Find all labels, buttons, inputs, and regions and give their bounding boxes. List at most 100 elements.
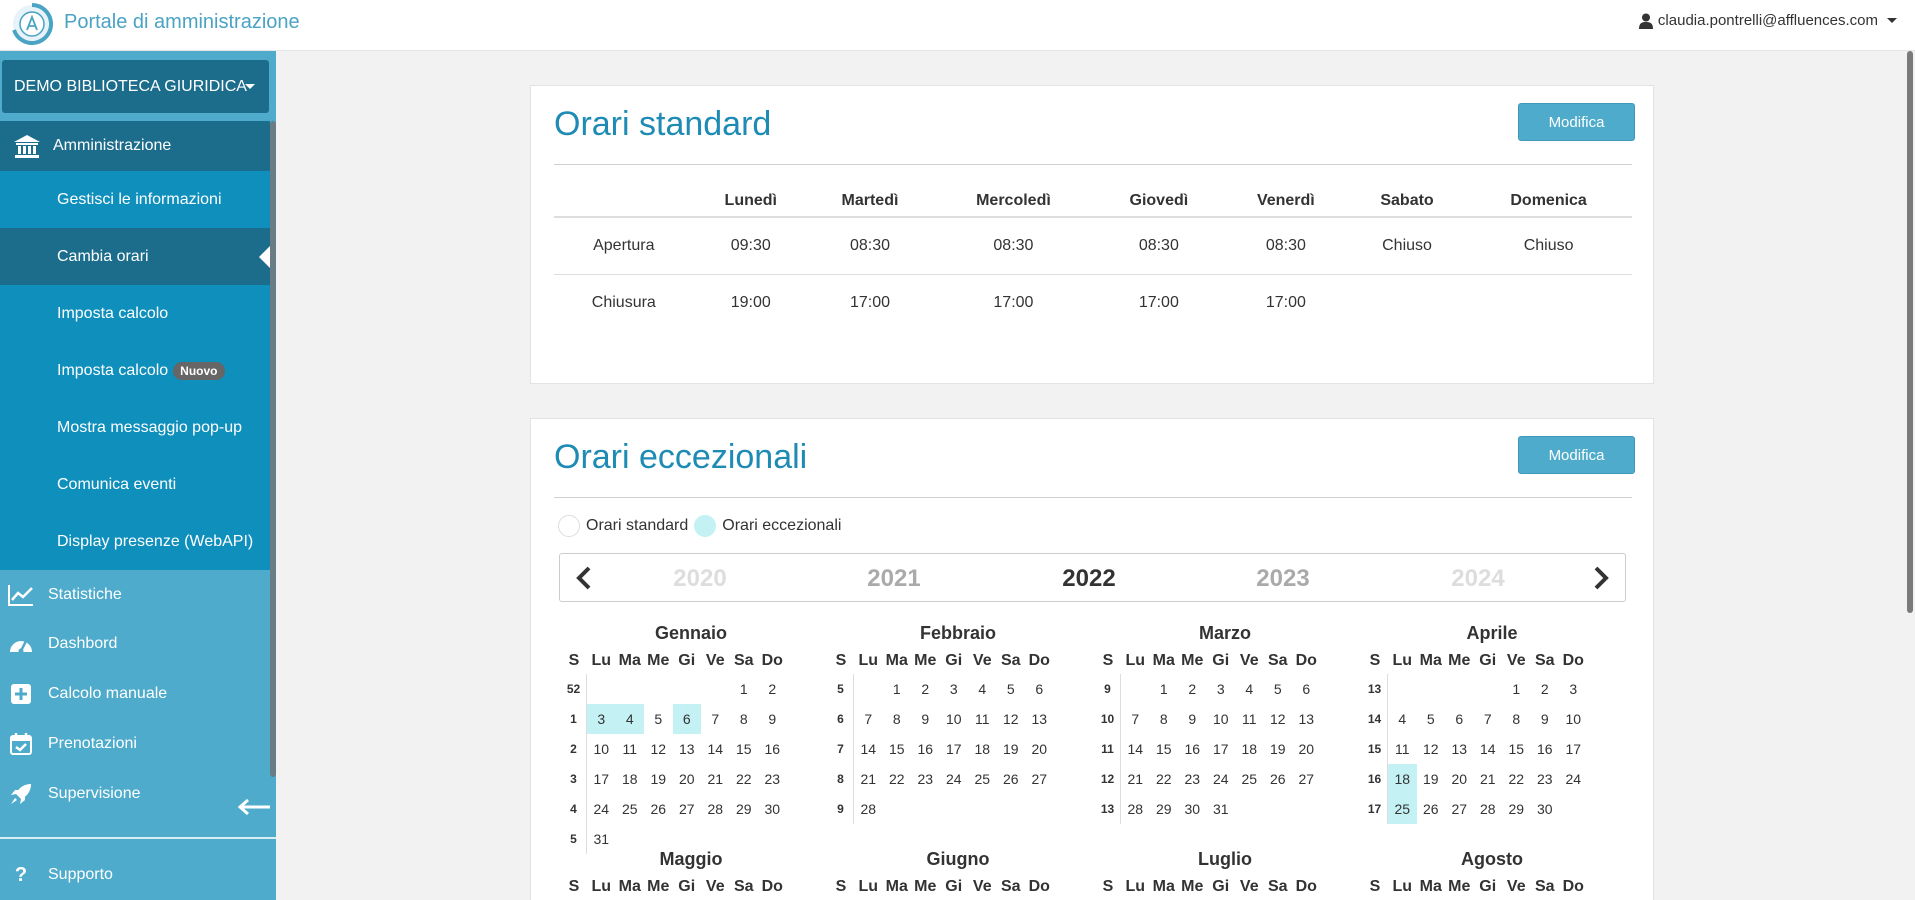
calendar-day[interactable]: 22 <box>883 764 912 794</box>
calendar-day[interactable]: 24 <box>587 794 616 824</box>
sidebar-item-supervision[interactable]: Supervisione <box>0 769 270 819</box>
calendar-day[interactable]: 18 <box>616 764 645 794</box>
chevron-right-icon[interactable] <box>1591 566 1611 590</box>
submenu-item-set-calculation[interactable]: Imposta calcolo <box>0 285 270 342</box>
calendar-day[interactable]: 22 <box>730 764 759 794</box>
calendar-day[interactable]: 3 <box>1207 674 1236 704</box>
sidebar-item-bookings[interactable]: Prenotazioni <box>0 719 270 769</box>
calendar-day[interactable]: 27 <box>1445 794 1474 824</box>
calendar-day[interactable]: 28 <box>854 794 883 824</box>
calendar-day[interactable]: 29 <box>1502 794 1531 824</box>
calendar-day[interactable]: 21 <box>1474 764 1503 794</box>
calendar-day[interactable]: 4 <box>968 674 997 704</box>
calendar-day[interactable]: 23 <box>1178 764 1207 794</box>
calendar-day[interactable]: 12 <box>644 734 673 764</box>
calendar-day[interactable]: 15 <box>730 734 759 764</box>
sidebar-item-dashboard[interactable]: Dashbord <box>0 619 270 669</box>
calendar-day[interactable]: 21 <box>1121 764 1150 794</box>
calendar-day[interactable]: 15 <box>1150 734 1179 764</box>
calendar-day[interactable]: 31 <box>1207 794 1236 824</box>
sidebar-item-manual-calculation[interactable]: Calcolo manuale <box>0 669 270 719</box>
sidebar-item-support[interactable]: ? Supporto <box>0 850 270 900</box>
calendar-day[interactable]: 21 <box>701 764 730 794</box>
calendar-day-exceptional[interactable]: 25 <box>1388 794 1417 824</box>
calendar-day[interactable]: 18 <box>968 734 997 764</box>
sidebar-section-administration[interactable]: Amministrazione <box>0 121 270 171</box>
calendar-day[interactable]: 10 <box>1207 704 1236 734</box>
calendar-day[interactable]: 24 <box>940 764 969 794</box>
organization-selector[interactable]: DEMO BIBLIOTECA GIURIDICA <box>2 60 269 113</box>
calendar-day[interactable]: 11 <box>1388 734 1417 764</box>
calendar-day[interactable]: 3 <box>1559 674 1588 704</box>
calendar-day[interactable]: 20 <box>673 764 702 794</box>
calendar-day[interactable]: 6 <box>1025 674 1054 704</box>
calendar-day[interactable]: 2 <box>911 674 940 704</box>
calendar-day[interactable]: 7 <box>854 704 883 734</box>
calendar-day[interactable]: 6 <box>1292 674 1321 704</box>
calendar-day[interactable]: 9 <box>911 704 940 734</box>
year-option[interactable]: 2023 <box>1223 565 1343 593</box>
calendar-day[interactable]: 12 <box>1264 704 1293 734</box>
calendar-day[interactable]: 2 <box>1178 674 1207 704</box>
calendar-day[interactable]: 17 <box>587 764 616 794</box>
calendar-day[interactable]: 13 <box>1025 704 1054 734</box>
calendar-day[interactable]: 22 <box>1150 764 1179 794</box>
calendar-day[interactable]: 8 <box>1150 704 1179 734</box>
calendar-day[interactable]: 20 <box>1025 734 1054 764</box>
calendar-day[interactable]: 1 <box>730 674 759 704</box>
calendar-day[interactable]: 24 <box>1207 764 1236 794</box>
calendar-day[interactable]: 26 <box>1264 764 1293 794</box>
calendar-day[interactable]: 11 <box>616 734 645 764</box>
calendar-day[interactable]: 14 <box>1474 734 1503 764</box>
calendar-day[interactable]: 2 <box>1531 674 1560 704</box>
calendar-day-exceptional[interactable]: 18 <box>1388 764 1417 794</box>
calendar-day[interactable]: 21 <box>854 764 883 794</box>
calendar-day[interactable]: 23 <box>758 764 787 794</box>
submenu-item-display-presences[interactable]: Display presenze (WebAPI) <box>0 513 270 570</box>
calendar-day[interactable]: 24 <box>1559 764 1588 794</box>
calendar-day[interactable]: 29 <box>730 794 759 824</box>
calendar-day[interactable]: 25 <box>968 764 997 794</box>
calendar-day[interactable]: 9 <box>758 704 787 734</box>
calendar-day[interactable]: 8 <box>883 704 912 734</box>
calendar-day[interactable]: 19 <box>997 734 1026 764</box>
calendar-day[interactable]: 23 <box>1531 764 1560 794</box>
calendar-day[interactable]: 10 <box>587 734 616 764</box>
calendar-day[interactable]: 20 <box>1292 734 1321 764</box>
calendar-day[interactable]: 19 <box>1264 734 1293 764</box>
calendar-day-exceptional[interactable]: 3 <box>587 704 616 734</box>
year-option[interactable]: 2020 <box>640 565 760 593</box>
calendar-day[interactable]: 13 <box>673 734 702 764</box>
calendar-day[interactable]: 12 <box>1417 734 1446 764</box>
submenu-item-manage-info[interactable]: Gestisci le informazioni <box>0 171 270 228</box>
calendar-day[interactable]: 22 <box>1502 764 1531 794</box>
calendar-day[interactable]: 16 <box>758 734 787 764</box>
calendar-day[interactable]: 10 <box>1559 704 1588 734</box>
calendar-day[interactable]: 13 <box>1292 704 1321 734</box>
calendar-day[interactable]: 9 <box>1531 704 1560 734</box>
calendar-day[interactable]: 15 <box>1502 734 1531 764</box>
page-scrollbar-thumb[interactable] <box>1907 51 1913 613</box>
calendar-day[interactable]: 16 <box>1178 734 1207 764</box>
calendar-day[interactable]: 29 <box>1150 794 1179 824</box>
calendar-day[interactable]: 16 <box>1531 734 1560 764</box>
calendar-day[interactable]: 15 <box>883 734 912 764</box>
calendar-day[interactable]: 4 <box>1388 704 1417 734</box>
calendar-day[interactable]: 1 <box>1150 674 1179 704</box>
calendar-day[interactable]: 2 <box>758 674 787 704</box>
calendar-day[interactable]: 7 <box>1474 704 1503 734</box>
sidebar-item-statistics[interactable]: Statistiche <box>0 570 270 620</box>
submenu-item-set-calculation-new[interactable]: Imposta calcolo Nuovo <box>0 342 270 399</box>
calendar-day[interactable]: 25 <box>616 794 645 824</box>
calendar-day[interactable]: 14 <box>1121 734 1150 764</box>
calendar-day[interactable]: 1 <box>1502 674 1531 704</box>
calendar-day[interactable]: 19 <box>644 764 673 794</box>
calendar-day[interactable]: 5 <box>997 674 1026 704</box>
calendar-day[interactable]: 26 <box>1417 794 1446 824</box>
user-menu[interactable]: claudia.pontrelli@affluences.com <box>1638 12 1897 29</box>
year-option[interactable]: 2021 <box>834 565 954 593</box>
submenu-item-change-hours[interactable]: Cambia orari <box>0 228 270 285</box>
calendar-day[interactable]: 14 <box>854 734 883 764</box>
affluences-logo[interactable] <box>11 2 54 45</box>
calendar-day[interactable]: 1 <box>883 674 912 704</box>
